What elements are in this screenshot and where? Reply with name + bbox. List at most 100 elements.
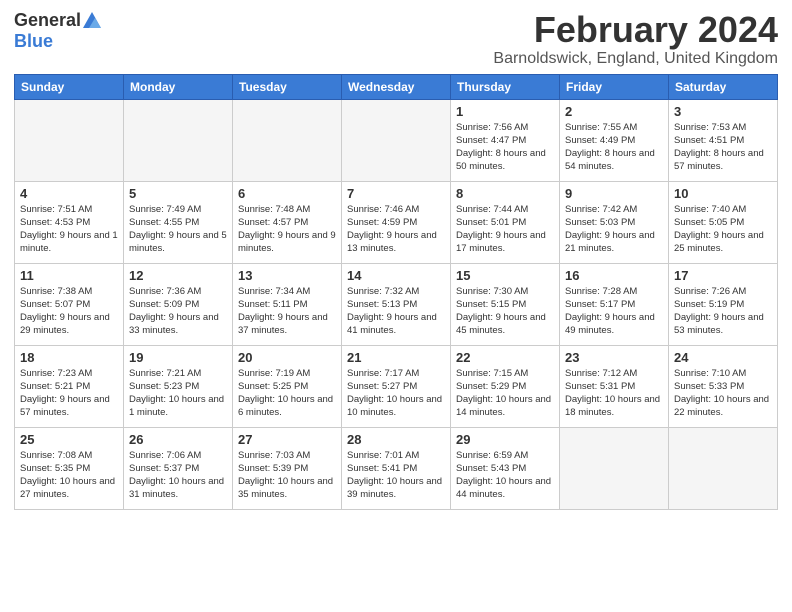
- calendar-cell-w4-d5: [560, 427, 669, 509]
- calendar-cell-w3-d1: 19 Sunrise: 7:21 AM Sunset: 5:23 PM Dayli…: [124, 345, 233, 427]
- day-number: 22: [456, 350, 554, 365]
- day-info: Sunrise: 7:55 AM Sunset: 4:49 PM Dayligh…: [565, 121, 663, 174]
- week-row-3: 18Sunrise: 7:23 AM Sunset: 5:21 PM Dayli…: [15, 345, 778, 427]
- calendar-cell-w1-d1: 5Sunrise: 7:49 AM Sunset: 4:55 PM Daylig…: [124, 181, 233, 263]
- day-number: 29: [456, 432, 554, 447]
- day-number: 17: [674, 268, 772, 283]
- day-number: 19: [129, 350, 227, 365]
- day-info: Sunrise: 7:28 AM Sunset: 5:17 PM Dayligh…: [565, 285, 663, 338]
- day-number: 4: [20, 186, 118, 201]
- day-number: 2: [565, 104, 663, 119]
- day-info: Sunrise: 7:08 AM Sunset: 5:35 PM Dayligh…: [20, 449, 118, 502]
- calendar-cell-w1-d4: 8 Sunrise: 7:44 AM Sunset: 5:01 PM Daylig…: [451, 181, 560, 263]
- day-number: 20: [238, 350, 336, 365]
- day-number: 6: [238, 186, 336, 201]
- calendar-cell-w0-d5: 2 Sunrise: 7:55 AM Sunset: 4:49 PM Daylig…: [560, 99, 669, 181]
- day-number: 13: [238, 268, 336, 283]
- day-info: Sunrise: 7:56 AM Sunset: 4:47 PM Dayligh…: [456, 121, 554, 174]
- logo-blue: Blue: [14, 32, 53, 52]
- calendar-cell-w4-d1: 26Sunrise: 7:06 AM Sunset: 5:37 PM Dayli…: [124, 427, 233, 509]
- header-saturday: Saturday: [669, 74, 778, 99]
- day-info: Sunrise: 7:26 AM Sunset: 5:19 PM Dayligh…: [674, 285, 772, 338]
- day-info: Sunrise: 7:10 AM Sunset: 5:33 PM Dayligh…: [674, 367, 772, 420]
- logo-general: General: [14, 11, 81, 31]
- day-number: 1: [456, 104, 554, 119]
- weekday-header-row: Sunday Monday Tuesday Wednesday Thursday…: [15, 74, 778, 99]
- day-info: Sunrise: 7:46 AM Sunset: 4:59 PM Dayligh…: [347, 203, 445, 256]
- day-info: Sunrise: 7:01 AM Sunset: 5:41 PM Dayligh…: [347, 449, 445, 502]
- day-number: 7: [347, 186, 445, 201]
- calendar-cell-w1-d6: 10Sunrise: 7:40 AM Sunset: 5:05 PM Dayli…: [669, 181, 778, 263]
- day-info: Sunrise: 6:59 AM Sunset: 5:43 PM Dayligh…: [456, 449, 554, 502]
- calendar-cell-w2-d2: 13 Sunrise: 7:34 AM Sunset: 5:11 PM Dayli…: [233, 263, 342, 345]
- header: General Blue February 2024 Barnoldswick,…: [14, 10, 778, 68]
- week-row-1: 4 Sunrise: 7:51 AM Sunset: 4:53 PM Daylig…: [15, 181, 778, 263]
- calendar-cell-w0-d1: [124, 99, 233, 181]
- calendar-cell-w0-d3: [342, 99, 451, 181]
- calendar-cell-w4-d2: 27Sunrise: 7:03 AM Sunset: 5:39 PM Dayli…: [233, 427, 342, 509]
- calendar-cell-w4-d3: 28 Sunrise: 7:01 AM Sunset: 5:41 PM Dayli…: [342, 427, 451, 509]
- calendar-cell-w0-d4: 1 Sunrise: 7:56 AM Sunset: 4:47 PM Daylig…: [451, 99, 560, 181]
- calendar-cell-w2-d6: 17 Sunrise: 7:26 AM Sunset: 5:19 PM Dayli…: [669, 263, 778, 345]
- header-sunday: Sunday: [15, 74, 124, 99]
- calendar-cell-w2-d0: 11Sunrise: 7:38 AM Sunset: 5:07 PM Dayli…: [15, 263, 124, 345]
- day-number: 12: [129, 268, 227, 283]
- day-info: Sunrise: 7:48 AM Sunset: 4:57 PM Dayligh…: [238, 203, 336, 256]
- calendar-cell-w3-d6: 24 Sunrise: 7:10 AM Sunset: 5:33 PM Dayli…: [669, 345, 778, 427]
- day-number: 9: [565, 186, 663, 201]
- logo-icon: [81, 10, 103, 32]
- calendar-cell-w3-d0: 18Sunrise: 7:23 AM Sunset: 5:21 PM Dayli…: [15, 345, 124, 427]
- logo: General Blue: [14, 10, 103, 52]
- calendar-cell-w3-d3: 21Sunrise: 7:17 AM Sunset: 5:27 PM Dayli…: [342, 345, 451, 427]
- calendar-cell-w3-d2: 20 Sunrise: 7:19 AM Sunset: 5:25 PM Dayli…: [233, 345, 342, 427]
- calendar-cell-w0-d0: [15, 99, 124, 181]
- day-number: 18: [20, 350, 118, 365]
- day-info: Sunrise: 7:51 AM Sunset: 4:53 PM Dayligh…: [20, 203, 118, 256]
- calendar-cell-w2-d4: 15Sunrise: 7:30 AM Sunset: 5:15 PM Dayli…: [451, 263, 560, 345]
- day-info: Sunrise: 7:32 AM Sunset: 5:13 PM Dayligh…: [347, 285, 445, 338]
- header-wednesday: Wednesday: [342, 74, 451, 99]
- day-info: Sunrise: 7:34 AM Sunset: 5:11 PM Dayligh…: [238, 285, 336, 338]
- day-info: Sunrise: 7:44 AM Sunset: 5:01 PM Dayligh…: [456, 203, 554, 256]
- calendar-subtitle: Barnoldswick, England, United Kingdom: [493, 50, 778, 68]
- calendar-cell-w3-d5: 23 Sunrise: 7:12 AM Sunset: 5:31 PM Dayli…: [560, 345, 669, 427]
- day-info: Sunrise: 7:12 AM Sunset: 5:31 PM Dayligh…: [565, 367, 663, 420]
- day-number: 24: [674, 350, 772, 365]
- day-info: Sunrise: 7:30 AM Sunset: 5:15 PM Dayligh…: [456, 285, 554, 338]
- day-number: 28: [347, 432, 445, 447]
- day-number: 23: [565, 350, 663, 365]
- day-info: Sunrise: 7:06 AM Sunset: 5:37 PM Dayligh…: [129, 449, 227, 502]
- header-friday: Friday: [560, 74, 669, 99]
- header-tuesday: Tuesday: [233, 74, 342, 99]
- day-info: Sunrise: 7:53 AM Sunset: 4:51 PM Dayligh…: [674, 121, 772, 174]
- week-row-4: 25 Sunrise: 7:08 AM Sunset: 5:35 PM Dayli…: [15, 427, 778, 509]
- page: General Blue February 2024 Barnoldswick,…: [0, 0, 792, 612]
- title-section: February 2024 Barnoldswick, England, Uni…: [493, 10, 778, 68]
- day-number: 8: [456, 186, 554, 201]
- calendar-cell-w2-d1: 12 Sunrise: 7:36 AM Sunset: 5:09 PM Dayli…: [124, 263, 233, 345]
- calendar-cell-w4-d0: 25 Sunrise: 7:08 AM Sunset: 5:35 PM Dayli…: [15, 427, 124, 509]
- day-number: 11: [20, 268, 118, 283]
- day-info: Sunrise: 7:36 AM Sunset: 5:09 PM Dayligh…: [129, 285, 227, 338]
- calendar-title: February 2024: [493, 10, 778, 50]
- day-number: 14: [347, 268, 445, 283]
- day-info: Sunrise: 7:42 AM Sunset: 5:03 PM Dayligh…: [565, 203, 663, 256]
- day-number: 10: [674, 186, 772, 201]
- calendar-cell-w2-d3: 14 Sunrise: 7:32 AM Sunset: 5:13 PM Dayli…: [342, 263, 451, 345]
- calendar-table: Sunday Monday Tuesday Wednesday Thursday…: [14, 74, 778, 510]
- calendar-cell-w1-d0: 4 Sunrise: 7:51 AM Sunset: 4:53 PM Daylig…: [15, 181, 124, 263]
- day-number: 5: [129, 186, 227, 201]
- header-thursday: Thursday: [451, 74, 560, 99]
- day-number: 21: [347, 350, 445, 365]
- day-info: Sunrise: 7:21 AM Sunset: 5:23 PM Dayligh…: [129, 367, 227, 420]
- day-number: 25: [20, 432, 118, 447]
- calendar-cell-w0-d2: [233, 99, 342, 181]
- day-number: 16: [565, 268, 663, 283]
- calendar-cell-w1-d5: 9 Sunrise: 7:42 AM Sunset: 5:03 PM Daylig…: [560, 181, 669, 263]
- calendar-cell-w1-d2: 6 Sunrise: 7:48 AM Sunset: 4:57 PM Daylig…: [233, 181, 342, 263]
- day-info: Sunrise: 7:19 AM Sunset: 5:25 PM Dayligh…: [238, 367, 336, 420]
- week-row-0: 1 Sunrise: 7:56 AM Sunset: 4:47 PM Daylig…: [15, 99, 778, 181]
- day-number: 3: [674, 104, 772, 119]
- calendar-cell-w3-d4: 22Sunrise: 7:15 AM Sunset: 5:29 PM Dayli…: [451, 345, 560, 427]
- header-monday: Monday: [124, 74, 233, 99]
